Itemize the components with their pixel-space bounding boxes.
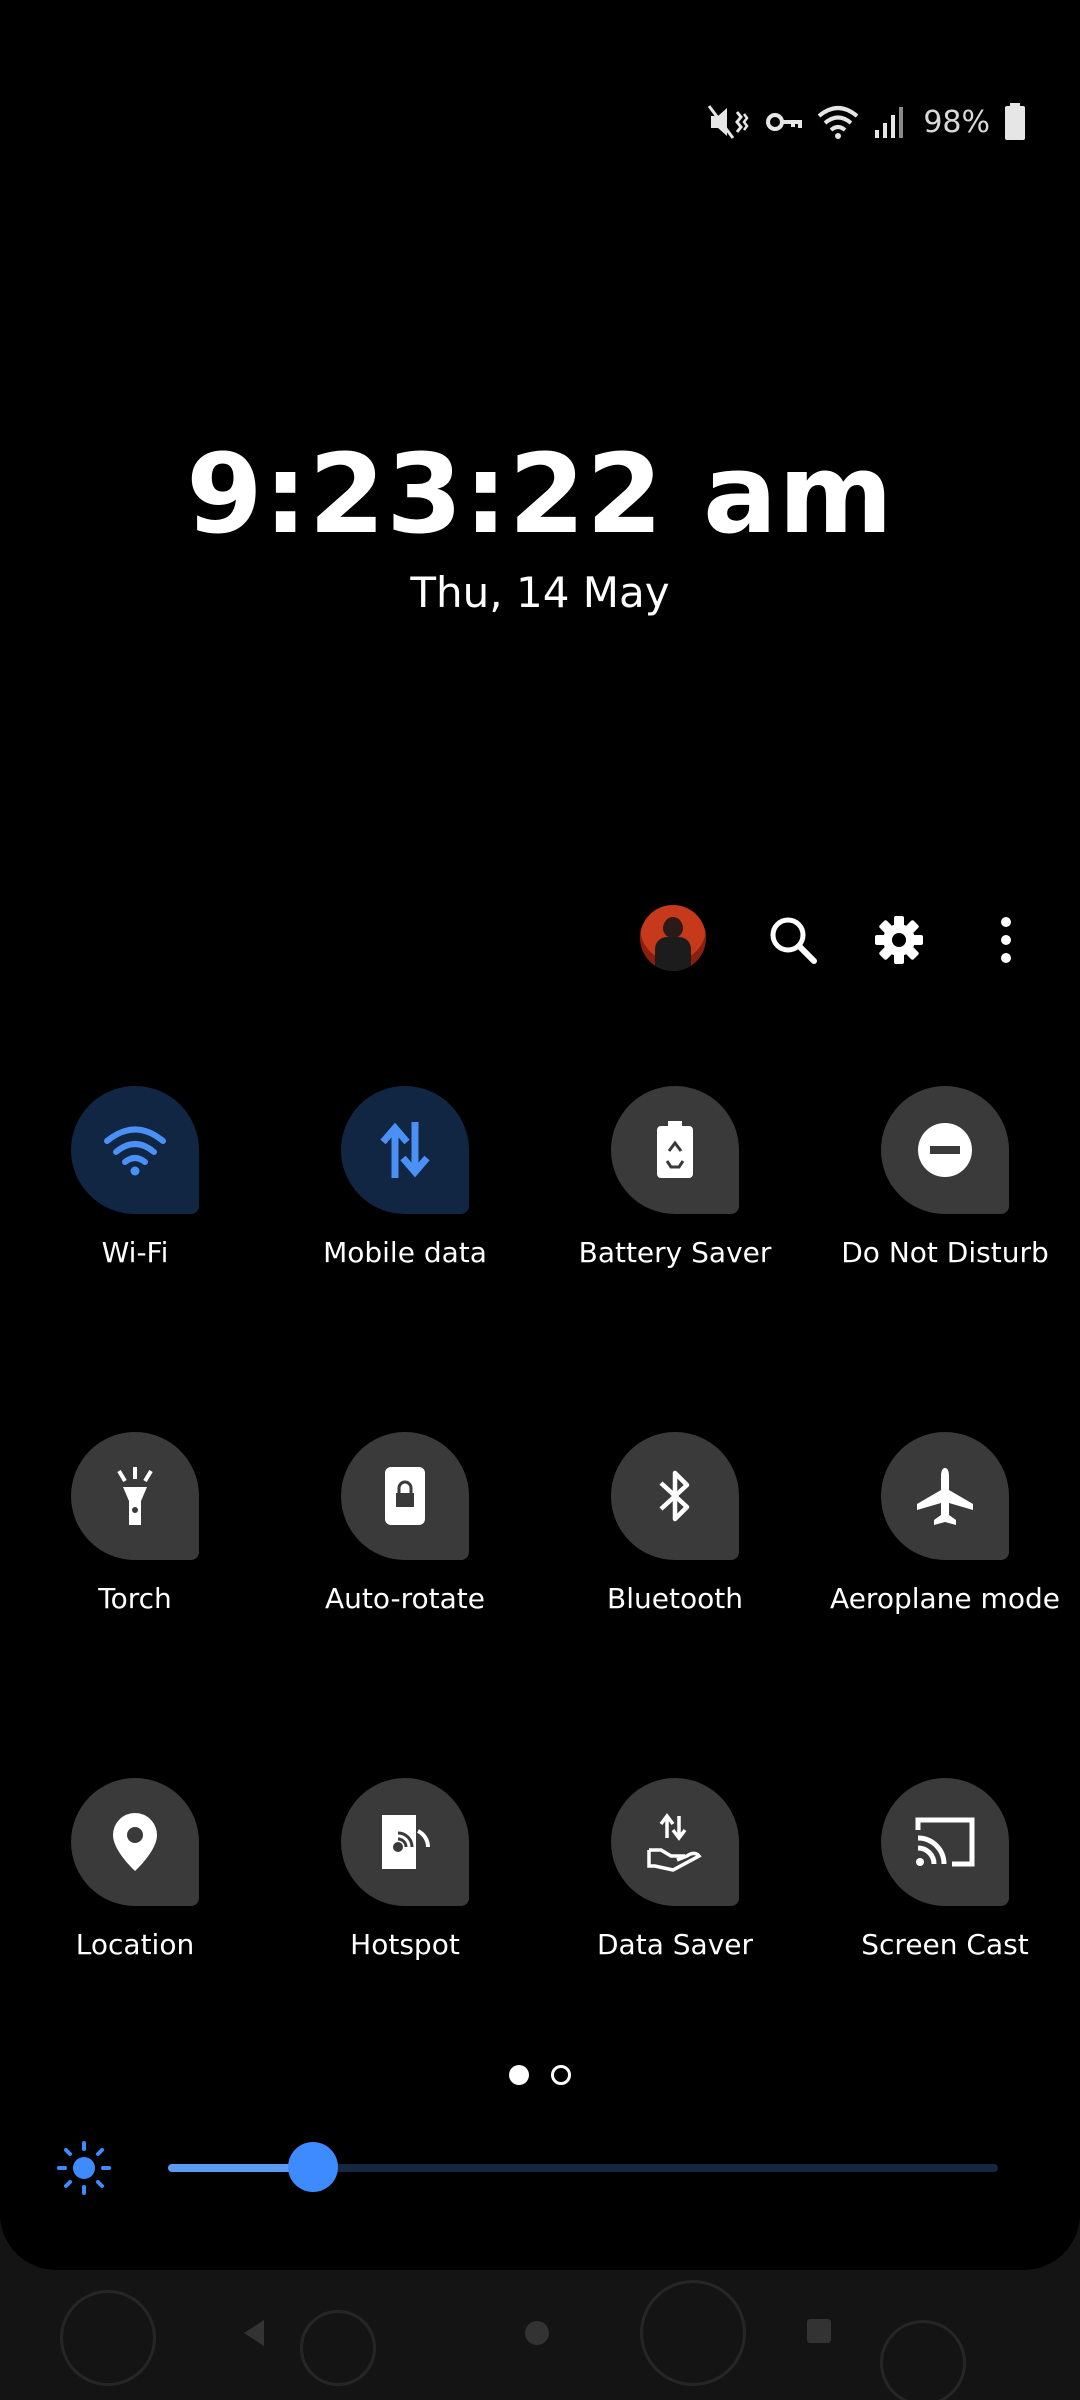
tile-torch[interactable]: Torch: [0, 1432, 270, 1615]
tile-location[interactable]: Location: [0, 1778, 270, 1961]
more-vert-icon[interactable]: [982, 913, 1036, 967]
tile-auto-rotate[interactable]: Auto-rotate: [270, 1432, 540, 1615]
page-dot-inactive[interactable]: [551, 2065, 571, 2085]
page-indicator: [0, 2065, 1080, 2085]
back-icon[interactable]: [240, 2318, 268, 2348]
tile-aeroplane-mode[interactable]: Aeroplane mode: [810, 1432, 1080, 1615]
tile-label: Do Not Disturb: [841, 1236, 1049, 1269]
tile-hotspot-button[interactable]: [341, 1778, 469, 1906]
panel-bottom-edge: [0, 2200, 1080, 2270]
tile-mobile-data-button[interactable]: [341, 1086, 469, 1214]
dnd-icon: [918, 1123, 972, 1177]
battery-icon: [1005, 103, 1025, 140]
tile-aeroplane-button[interactable]: [881, 1432, 1009, 1560]
signal-icon: [875, 107, 904, 138]
tile-hotspot[interactable]: Hotspot: [270, 1778, 540, 1961]
tile-location-button[interactable]: [71, 1778, 199, 1906]
clock-date: Thu, 14 May: [410, 568, 670, 617]
tile-label: Wi-Fi: [101, 1236, 169, 1269]
data-saver-icon: [647, 1813, 702, 1872]
wifi-icon: [104, 1126, 166, 1176]
tile-bluetooth[interactable]: Bluetooth: [540, 1432, 810, 1615]
tile-label: Bluetooth: [607, 1582, 743, 1615]
tile-wifi-button[interactable]: [71, 1086, 199, 1214]
tile-battery-saver-button[interactable]: [611, 1086, 739, 1214]
tile-label: Torch: [98, 1582, 172, 1615]
vpn-key-icon: [766, 113, 803, 131]
status-bar: 98%: [707, 96, 1026, 148]
mute-vibrate-icon: [708, 105, 749, 139]
tile-screen-cast-button[interactable]: [881, 1778, 1009, 1906]
brightness-icon: [57, 2141, 111, 2195]
header-actions: [640, 905, 1030, 975]
bluetooth-icon: [659, 1470, 690, 1522]
tile-wifi[interactable]: Wi-Fi: [0, 1086, 270, 1269]
tile-row: Torch Auto-rotate Bluetooth Aeroplane mo…: [0, 1432, 1080, 1778]
clock-time: 9:23:22 am: [186, 430, 894, 558]
tile-dnd-button[interactable]: [881, 1086, 1009, 1214]
tile-row: Wi-Fi Mobile data Battery Saver Do Not D…: [0, 1086, 1080, 1432]
search-icon[interactable]: [766, 913, 820, 967]
rotate-lock-icon: [385, 1467, 425, 1525]
cast-icon: [915, 1817, 975, 1867]
brightness-slider[interactable]: [168, 2142, 998, 2192]
home-icon[interactable]: [522, 2318, 552, 2348]
tile-label: Auto-rotate: [324, 1582, 485, 1615]
recents-icon[interactable]: [806, 2318, 832, 2344]
tile-label: Location: [75, 1928, 195, 1961]
wifi-icon: [818, 106, 859, 139]
airplane-icon: [917, 1468, 973, 1525]
tile-battery-saver[interactable]: Battery Saver: [540, 1086, 810, 1269]
torch-icon: [117, 1467, 153, 1525]
tile-label: Mobile data: [323, 1236, 487, 1269]
tile-mobile-data[interactable]: Mobile data: [270, 1086, 540, 1269]
battery-percent: 98%: [923, 104, 990, 140]
mobile-data-icon: [380, 1122, 430, 1178]
tile-screen-cast[interactable]: Screen Cast: [810, 1778, 1080, 1961]
tile-label: Battery Saver: [578, 1236, 772, 1269]
tile-auto-rotate-button[interactable]: [341, 1432, 469, 1560]
avatar[interactable]: [640, 905, 706, 971]
page-dot-active[interactable]: [509, 2065, 529, 2085]
brightness-thumb[interactable]: [288, 2142, 339, 2192]
tile-do-not-disturb[interactable]: Do Not Disturb: [810, 1086, 1080, 1269]
tile-data-saver-button[interactable]: [611, 1778, 739, 1906]
tile-data-saver[interactable]: Data Saver: [540, 1778, 810, 1961]
location-icon: [113, 1813, 157, 1871]
tile-label: Screen Cast: [861, 1928, 1029, 1961]
battery-saver-icon: [657, 1121, 693, 1178]
tile-label: Hotspot: [350, 1928, 460, 1961]
tile-label: Data Saver: [597, 1928, 753, 1961]
tile-torch-button[interactable]: [71, 1432, 199, 1560]
tile-bluetooth-button[interactable]: [611, 1432, 739, 1560]
quick-settings-grid: Wi-Fi Mobile data Battery Saver Do Not D…: [0, 1086, 1080, 2124]
gear-icon[interactable]: [872, 913, 926, 967]
hotspot-icon: [382, 1815, 430, 1869]
tile-label: Aeroplane mode: [830, 1582, 1060, 1615]
